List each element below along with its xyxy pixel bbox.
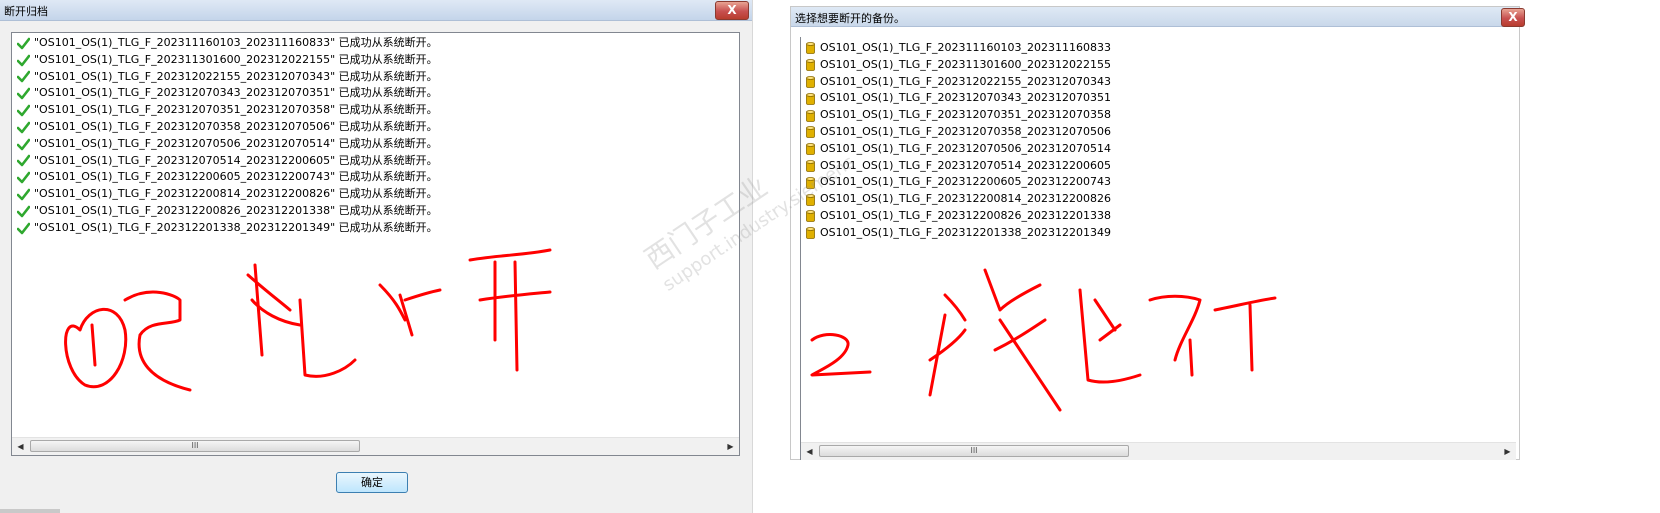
result-row[interactable]: "OS101_OS(1)_TLG_F_202312070506_20231207… xyxy=(17,136,438,153)
backup-row[interactable]: OS101_OS(1)_TLG_F_202312022155_202312070… xyxy=(806,74,1111,91)
green-check-icon xyxy=(17,37,30,50)
database-icon xyxy=(806,42,815,55)
result-text: "OS101_OS(1)_TLG_F_202311160103_20231116… xyxy=(34,36,438,49)
result-row[interactable]: "OS101_OS(1)_TLG_F_202312201338_20231220… xyxy=(17,220,438,237)
result-text: "OS101_OS(1)_TLG_F_202312200814_20231220… xyxy=(34,187,438,201)
backup-name: OS101_OS(1)_TLG_F_202311301600_202312022… xyxy=(820,57,1112,71)
backup-name: OS101_OS(1)_TLG_F_202312200814_202312200… xyxy=(820,192,1112,206)
result-rows: "OS101_OS(1)_TLG_F_202311160103_20231116… xyxy=(17,35,438,237)
scroll-left-arrow[interactable]: ◀ xyxy=(12,438,29,455)
result-text: "OS101_OS(1)_TLG_F_202312200826_20231220… xyxy=(34,203,438,217)
ok-button[interactable]: 确定 xyxy=(336,472,408,493)
scroll-thumb[interactable]: III xyxy=(819,445,1129,457)
backup-name: OS101_OS(1)_TLG_F_202312022155_202312070… xyxy=(820,74,1112,88)
result-row[interactable]: "OS101_OS(1)_TLG_F_202312200605_20231220… xyxy=(17,169,438,186)
backup-name: OS101_OS(1)_TLG_F_202312070343_202312070… xyxy=(820,91,1112,105)
result-row[interactable]: "OS101_OS(1)_TLG_F_202311160103_20231116… xyxy=(17,35,438,52)
result-text: "OS101_OS(1)_TLG_F_202312070358_20231207… xyxy=(34,119,438,133)
result-text: "OS101_OS(1)_TLG_F_202312200605_20231220… xyxy=(34,170,438,184)
green-check-icon xyxy=(17,87,30,100)
backup-name: OS101_OS(1)_TLG_F_202312200605_202312200… xyxy=(820,175,1112,189)
result-text: "OS101_OS(1)_TLG_F_202312022155_20231207… xyxy=(34,69,438,83)
green-check-icon xyxy=(17,205,30,218)
backup-row[interactable]: OS101_OS(1)_TLG_F_202311160103_202311160… xyxy=(806,40,1111,57)
disconnect-archive-dialog: 断开归档 X "OS101_OS(1)_TLG_F_202311160103_2… xyxy=(0,0,753,513)
green-check-icon xyxy=(17,71,30,83)
green-check-icon xyxy=(17,121,30,134)
close-button[interactable]: X xyxy=(1501,8,1525,27)
dialog-title: 断开归档 xyxy=(4,5,48,18)
result-row[interactable]: "OS101_OS(1)_TLG_F_202311301600_20231202… xyxy=(17,52,438,69)
result-text: "OS101_OS(1)_TLG_F_202312070514_20231220… xyxy=(34,153,438,167)
result-text: "OS101_OS(1)_TLG_F_202311301600_20231202… xyxy=(34,52,438,66)
green-check-icon xyxy=(17,104,30,117)
backup-row[interactable]: OS101_OS(1)_TLG_F_202312201338_202312201… xyxy=(806,225,1111,242)
backup-name: OS101_OS(1)_TLG_F_202312200826_202312201… xyxy=(820,208,1112,222)
result-text: "OS101_OS(1)_TLG_F_202312070506_20231207… xyxy=(34,136,438,150)
panel-title: 选择想要断开的备份。 xyxy=(795,12,905,25)
horizontal-scrollbar[interactable]: ◀ III ▶ xyxy=(12,437,739,455)
result-row[interactable]: "OS101_OS(1)_TLG_F_202312070351_20231207… xyxy=(17,102,438,119)
horizontal-scrollbar[interactable]: ◀ III ▶ xyxy=(801,442,1516,460)
status-strip xyxy=(0,509,60,513)
backup-name: OS101_OS(1)_TLG_F_202312070514_202312200… xyxy=(820,158,1112,172)
result-text: "OS101_OS(1)_TLG_F_202312070343_20231207… xyxy=(34,86,438,100)
green-check-icon xyxy=(17,188,30,201)
result-text: "OS101_OS(1)_TLG_F_202312070351_20231207… xyxy=(34,103,438,117)
scroll-right-arrow[interactable]: ▶ xyxy=(1499,443,1516,460)
green-check-icon xyxy=(17,222,30,234)
result-row[interactable]: "OS101_OS(1)_TLG_F_202312070514_20231220… xyxy=(17,153,438,170)
scroll-right-arrow[interactable]: ▶ xyxy=(722,438,739,455)
backup-name: OS101_OS(1)_TLG_F_202311160103_202311160… xyxy=(820,41,1112,54)
scroll-left-arrow[interactable]: ◀ xyxy=(801,443,818,460)
database-icon xyxy=(806,92,815,105)
backup-row[interactable]: OS101_OS(1)_TLG_F_202312070351_202312070… xyxy=(806,107,1111,124)
backup-list: OS101_OS(1)_TLG_F_202311160103_202311160… xyxy=(800,37,1516,460)
backup-row[interactable]: OS101_OS(1)_TLG_F_202312200826_202312201… xyxy=(806,208,1111,225)
database-icon xyxy=(806,227,815,240)
backup-row[interactable]: OS101_OS(1)_TLG_F_202312200814_202312200… xyxy=(806,191,1111,208)
backup-name: OS101_OS(1)_TLG_F_202312070351_202312070… xyxy=(820,108,1112,122)
green-check-icon xyxy=(17,54,30,66)
database-icon xyxy=(806,76,815,88)
result-text: "OS101_OS(1)_TLG_F_202312201338_20231220… xyxy=(34,220,438,234)
backup-name: OS101_OS(1)_TLG_F_202312070506_202312070… xyxy=(820,141,1112,155)
result-list: "OS101_OS(1)_TLG_F_202311160103_20231116… xyxy=(11,32,740,456)
backup-row[interactable]: OS101_OS(1)_TLG_F_202312070358_202312070… xyxy=(806,124,1111,141)
backup-row[interactable]: OS101_OS(1)_TLG_F_202312070506_202312070… xyxy=(806,141,1111,158)
backup-name: OS101_OS(1)_TLG_F_202312201338_202312201… xyxy=(820,225,1112,239)
scroll-thumb[interactable]: III xyxy=(30,440,360,452)
backup-row[interactable]: OS101_OS(1)_TLG_F_202311301600_202312022… xyxy=(806,57,1111,74)
database-icon xyxy=(806,109,815,122)
result-row[interactable]: "OS101_OS(1)_TLG_F_202312200826_20231220… xyxy=(17,203,438,220)
title-bar: 断开归档 X xyxy=(0,0,752,21)
backup-rows: OS101_OS(1)_TLG_F_202311160103_202311160… xyxy=(806,40,1111,242)
database-icon xyxy=(806,210,815,223)
backup-row[interactable]: OS101_OS(1)_TLG_F_202312070343_202312070… xyxy=(806,90,1111,107)
title-bar: 选择想要断开的备份。 X xyxy=(791,7,1525,27)
result-row[interactable]: "OS101_OS(1)_TLG_F_202312070358_20231207… xyxy=(17,119,438,136)
green-check-icon xyxy=(17,138,30,150)
database-icon xyxy=(806,59,815,72)
green-check-icon xyxy=(17,155,30,167)
backup-name: OS101_OS(1)_TLG_F_202312070358_202312070… xyxy=(820,124,1112,138)
green-check-icon xyxy=(17,171,30,184)
result-row[interactable]: "OS101_OS(1)_TLG_F_202312022155_20231207… xyxy=(17,69,438,86)
result-row[interactable]: "OS101_OS(1)_TLG_F_202312200814_20231220… xyxy=(17,186,438,203)
select-backup-panel: 选择想要断开的备份。 X OS101_OS(1)_TLG_F_202311160… xyxy=(790,6,1525,460)
result-row[interactable]: "OS101_OS(1)_TLG_F_202312070343_20231207… xyxy=(17,85,438,102)
close-button[interactable]: X xyxy=(715,1,749,20)
